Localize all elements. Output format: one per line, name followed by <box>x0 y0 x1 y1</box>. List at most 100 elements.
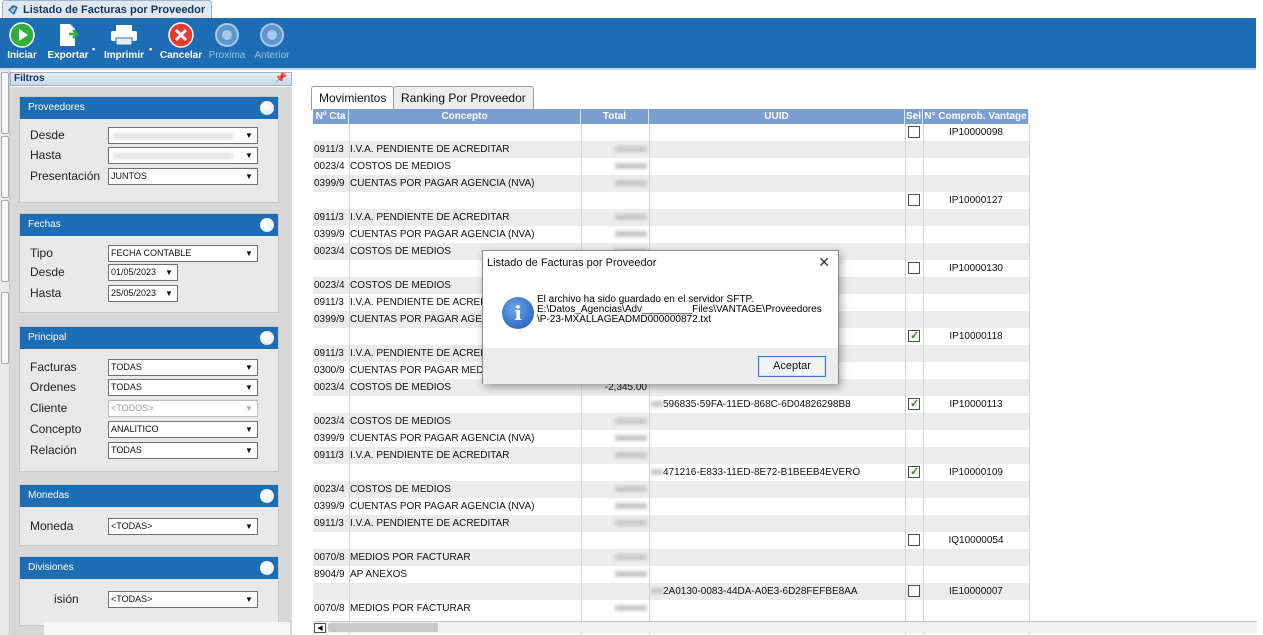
table-row[interactable]: IQ10000054 <box>313 532 1029 549</box>
cell-sel <box>905 447 923 464</box>
tab-movimientos[interactable]: Movimientos <box>311 86 395 110</box>
aceptar-button[interactable]: Aceptar <box>758 356 826 377</box>
concepto-select[interactable]: ANALITICO ▼ <box>108 420 258 438</box>
cell-comprob: IP10000127 <box>949 195 1003 206</box>
facturas-select[interactable]: TODAS ▼ <box>108 358 258 376</box>
chevron-down-icon: ▼ <box>245 445 253 455</box>
imprimir-button[interactable]: Imprimir <box>102 18 146 68</box>
select-checkbox[interactable] <box>908 126 920 138</box>
cell-concepto: I.V.A. PENDIENTE DE ACREDITAR <box>350 212 510 223</box>
table-row[interactable]: 0911/3 I.V.A. PENDIENTE DE ACREDITAR <box>313 447 1029 464</box>
cell-sel <box>905 583 923 600</box>
cell-concepto <box>349 583 581 600</box>
select-checkbox[interactable] <box>908 328 920 345</box>
cell-concepto: AP ANEXOS <box>350 569 408 580</box>
fecha-desde-picker[interactable]: 01/05/2023 ▼ <box>108 263 178 281</box>
cell-total <box>581 413 649 430</box>
table-row[interactable]: 596835-59FA-11ED-868C-6D04826298B8 IP1000… <box>313 396 1029 413</box>
imprimir-dropdown-icon[interactable]: ▪ <box>149 44 152 54</box>
iniciar-button[interactable]: Iniciar <box>0 18 44 68</box>
cliente-select[interactable]: <TODOS> ▼ <box>108 399 258 417</box>
cell-cta: 0070/8 <box>314 552 345 563</box>
select-checkbox[interactable] <box>908 464 920 481</box>
fecha-hasta-picker[interactable]: 25/05/2023 ▼ <box>108 284 178 302</box>
moneda-select[interactable]: <TODAS> ▼ <box>108 517 258 535</box>
cell-sel <box>905 566 923 583</box>
col-header-cta[interactable]: Nº Cta <box>313 109 349 124</box>
col-header-uuid[interactable]: UUID <box>649 109 905 124</box>
exportar-button[interactable]: Exportar <box>46 18 90 68</box>
col-header-concepto[interactable]: Concepto <box>349 109 581 124</box>
prov-desde-select[interactable]: ▼ <box>108 126 258 144</box>
cell-comprob: IE10000007 <box>949 586 1003 597</box>
side-tab-4[interactable] <box>1 292 9 364</box>
table-row[interactable]: 0023/4 COSTOS DE MEDIOS <box>313 158 1029 175</box>
cell-total <box>581 583 649 600</box>
horizontal-scrollbar[interactable]: ◀ <box>313 621 1257 633</box>
select-checkbox[interactable] <box>908 194 920 206</box>
cancelar-button[interactable]: Cancelar <box>159 18 203 68</box>
table-row[interactable]: 0911/3 I.V.A. PENDIENTE DE ACREDITAR <box>313 515 1029 532</box>
presentacion-select[interactable]: JUNTOS ▼ <box>108 167 258 185</box>
table-row[interactable]: 2A0130-0083-44DA-A0E3-6D28FEFBE8AA IE1000… <box>313 583 1029 600</box>
collapse-icon[interactable] <box>260 101 274 115</box>
window-title-tab[interactable]: Listado de Facturas por Proveedor <box>2 0 213 18</box>
collapse-icon[interactable] <box>260 218 274 232</box>
relacion-select[interactable]: TODAS ▼ <box>108 441 258 459</box>
side-tab-1[interactable] <box>1 72 9 134</box>
tab-ranking-por-proveedor[interactable]: Ranking Por Proveedor <box>393 86 534 109</box>
fecha-tipo-select[interactable]: FECHA CONTABLE ▼ <box>108 244 258 262</box>
cell-total <box>581 600 649 617</box>
side-tab-3[interactable] <box>1 200 9 282</box>
select-checkbox[interactable] <box>908 534 920 546</box>
cell-uuid <box>649 175 905 192</box>
scroll-left-icon[interactable]: ◀ <box>314 623 326 633</box>
pin-icon[interactable]: 📌 <box>275 73 287 85</box>
grid-divider <box>923 124 924 635</box>
table-row[interactable]: 0911/3 I.V.A. PENDIENTE DE ACREDITAR <box>313 209 1029 226</box>
cell-concepto: CUENTAS POR PAGAR AGENCIA (NVA) <box>350 178 535 189</box>
table-row[interactable]: 8904/9 AP ANEXOS <box>313 566 1029 583</box>
side-tab-2[interactable] <box>1 136 9 198</box>
cell-cta: 0911/3 <box>314 450 344 461</box>
scroll-thumb[interactable] <box>328 623 438 632</box>
collapse-icon[interactable] <box>260 561 274 575</box>
close-icon[interactable]: ✕ <box>818 254 830 271</box>
cell-total <box>581 447 649 464</box>
table-row[interactable]: 0070/8 MEDIOS POR FACTURAR <box>313 600 1029 617</box>
next-icon <box>215 23 239 47</box>
redacted-value <box>615 452 647 458</box>
division-select[interactable]: <TODAS> ▼ <box>108 590 258 608</box>
prov-hasta-select[interactable]: ▼ <box>108 146 258 164</box>
table-row[interactable]: 471216-E833-11ED-8E72-B1BEEB4EVERO IP1000… <box>313 464 1029 481</box>
ordenes-select[interactable]: TODAS ▼ <box>108 378 258 396</box>
table-row[interactable]: IP10000098 <box>313 124 1029 141</box>
collapse-icon[interactable] <box>260 489 274 503</box>
cell-comprob <box>923 243 1029 260</box>
cell-sel <box>905 209 923 226</box>
cell-uuid <box>649 532 905 549</box>
table-row[interactable]: 0399/9 CUENTAS POR PAGAR AGENCIA (NVA) <box>313 430 1029 447</box>
cell-comprob <box>923 481 1029 498</box>
select-checkbox[interactable] <box>908 585 920 597</box>
table-row[interactable]: 0070/8 MEDIOS POR FACTURAR <box>313 549 1029 566</box>
cell-uuid <box>649 515 905 532</box>
table-row[interactable]: 0399/9 CUENTAS POR PAGAR AGENCIA (NVA) <box>313 175 1029 192</box>
col-header-sel[interactable]: Sel <box>905 109 923 124</box>
collapse-icon[interactable] <box>260 331 274 345</box>
select-checkbox[interactable] <box>908 396 920 413</box>
select-checkbox[interactable] <box>908 262 920 274</box>
exportar-dropdown-icon[interactable]: ▪ <box>92 44 95 54</box>
proxima-button[interactable]: Proxima <box>205 18 249 68</box>
cell-comprob <box>923 277 1029 294</box>
col-header-comprob[interactable]: N° Comprob. Vantage <box>923 109 1029 124</box>
cell-total <box>581 158 649 175</box>
table-row[interactable]: IP10000127 <box>313 192 1029 209</box>
table-row[interactable]: 0023/4 COSTOS DE MEDIOS <box>313 481 1029 498</box>
table-row[interactable]: 0911/3 I.V.A. PENDIENTE DE ACREDITAR <box>313 141 1029 158</box>
table-row[interactable]: 0023/4 COSTOS DE MEDIOS <box>313 413 1029 430</box>
col-header-total[interactable]: Total <box>581 109 649 124</box>
anterior-button[interactable]: Anterior <box>250 18 294 68</box>
table-row[interactable]: 0399/9 CUENTAS POR PAGAR AGENCIA (NVA) <box>313 226 1029 243</box>
table-row[interactable]: 0399/9 CUENTAS POR PAGAR AGENCIA (NVA) <box>313 498 1029 515</box>
